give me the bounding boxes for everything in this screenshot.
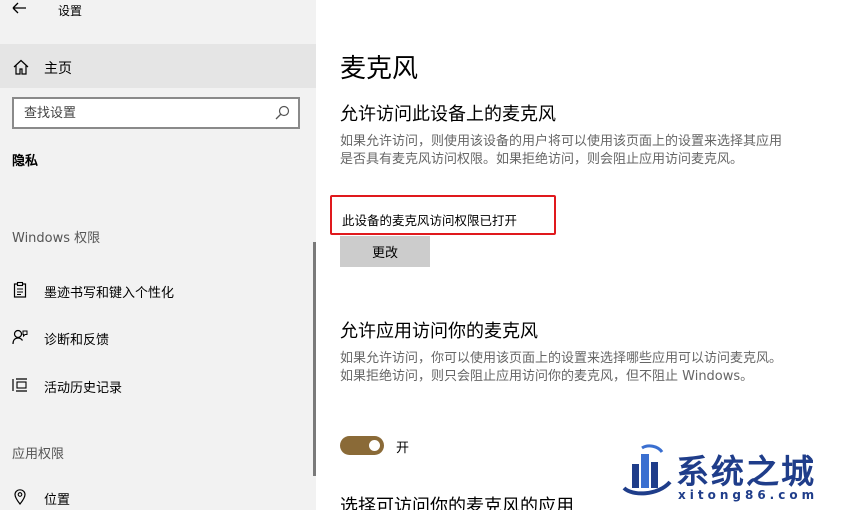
home-icon xyxy=(13,59,29,75)
app-permissions-label: 应用权限 xyxy=(12,447,65,462)
sidebar-item-inking-typing[interactable]: 墨迹书写和键入个性化 xyxy=(0,272,316,310)
history-icon xyxy=(12,378,27,392)
search-box[interactable] xyxy=(12,97,300,129)
section-heading-device-access: 允许访问此设备上的麦克风 xyxy=(340,104,556,125)
section-description-app-access: 如果允许访问，你可以使用该页面上的设置来选择哪些应用可以访问麦克风。如果拒绝访问… xyxy=(340,351,783,384)
section-heading-choose-apps: 选择可访问你的麦克风的应用 xyxy=(340,496,574,510)
change-button[interactable]: 更改 xyxy=(340,236,430,267)
clipboard-icon xyxy=(13,281,27,298)
sidebar-item-activity-history[interactable]: 活动历史记录 xyxy=(0,367,316,405)
watermark-url: xitong86.com xyxy=(678,488,819,502)
search-icon[interactable] xyxy=(274,105,290,121)
page-title: 麦克风 xyxy=(340,54,419,84)
sidebar-item-diagnostics[interactable]: 诊断和反馈 xyxy=(0,319,316,357)
sidebar: 设置 主页 隐私 Windows 权限 墨迹书写和键入个性化 诊断和反馈 xyxy=(0,0,316,510)
device-access-status: 此设备的麦克风访问权限已打开 xyxy=(342,213,518,228)
back-button[interactable] xyxy=(9,0,31,20)
main-content: 麦克风 允许访问此设备上的麦克风 如果允许访问，则使用该设备的用户将可以使用该页… xyxy=(316,0,865,510)
toggle-state-label: 开 xyxy=(396,441,410,456)
privacy-heading: 隐私 xyxy=(12,154,39,169)
watermark: 系统之城 xitong86.com xyxy=(618,442,858,506)
app-access-toggle[interactable] xyxy=(340,436,384,455)
windows-permissions-label: Windows 权限 xyxy=(12,231,101,246)
sidebar-item-home[interactable]: 主页 xyxy=(0,44,316,88)
window-title: 设置 xyxy=(58,4,83,18)
back-arrow-icon xyxy=(12,2,26,14)
sidebar-item-label: 位置 xyxy=(44,493,71,508)
section-description-device-access: 如果允许访问，则使用该设备的用户将可以使用该页面上的设置来选择其应用是否具有麦克… xyxy=(340,134,783,167)
sidebar-item-label: 诊断和反馈 xyxy=(44,333,110,348)
toggle-knob xyxy=(369,440,380,451)
title-bar: 设置 xyxy=(0,0,316,38)
watermark-logo-icon xyxy=(622,444,672,496)
search-input[interactable] xyxy=(24,104,264,122)
sidebar-item-location[interactable]: 位置 xyxy=(0,479,316,510)
sidebar-item-label: 主页 xyxy=(44,61,72,77)
section-heading-app-access: 允许应用访问你的麦克风 xyxy=(340,321,538,342)
sidebar-item-label: 活动历史记录 xyxy=(44,381,123,396)
feedback-icon xyxy=(12,329,28,345)
location-icon xyxy=(14,489,26,505)
watermark-title: 系统之城 xyxy=(676,452,816,491)
sidebar-item-label: 墨迹书写和键入个性化 xyxy=(44,286,175,301)
